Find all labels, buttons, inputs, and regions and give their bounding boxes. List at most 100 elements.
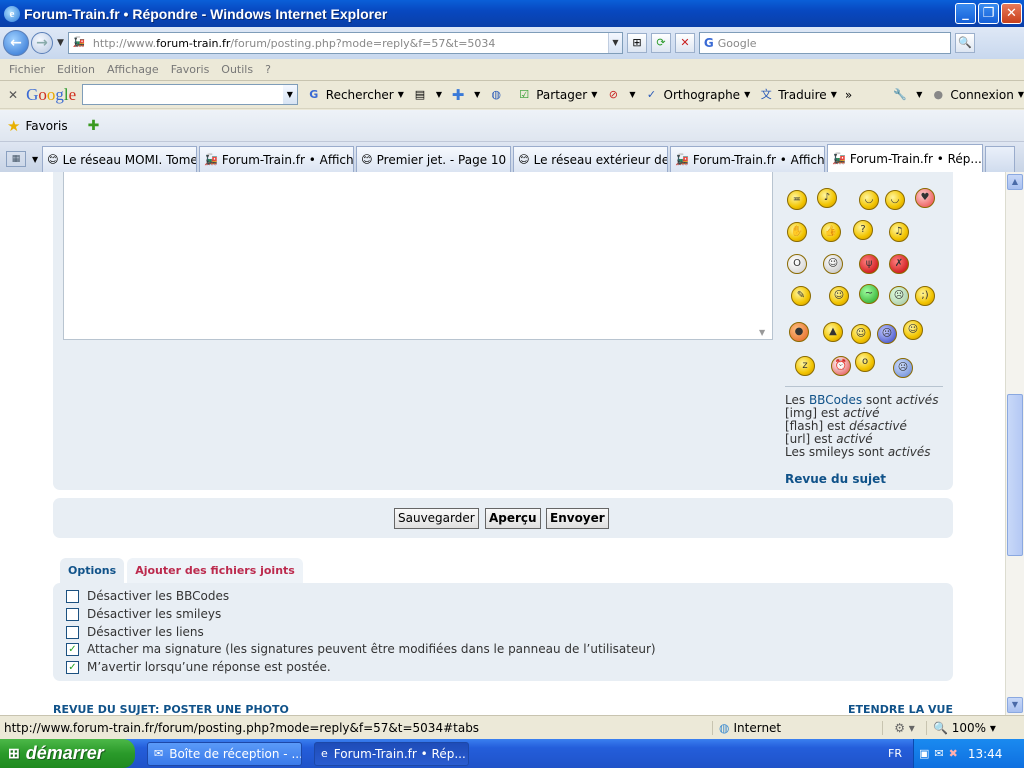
network-icon[interactable]: ▣ <box>919 747 929 760</box>
tab-options[interactable]: Options <box>60 558 125 584</box>
protected-mode-icon[interactable]: ⚙ ▾ <box>882 720 926 735</box>
add-button[interactable]: ✚ ▼ <box>450 87 480 103</box>
refresh-button[interactable]: ⟳ <box>650 33 671 53</box>
option-disable-links[interactable]: Désactiver les liens <box>66 625 204 639</box>
menu-item-edit[interactable]: Edition <box>57 63 95 76</box>
new-tab-button[interactable] <box>985 146 1016 172</box>
smiley-wink-icon[interactable]: ;) <box>915 286 935 306</box>
address-dropdown-icon[interactable]: ▼ <box>607 33 622 53</box>
tab-forum-afficher-2[interactable]: 🚂Forum-Train.fr • Affiche... <box>670 146 826 172</box>
menu-item-tools[interactable]: Outils <box>221 63 253 76</box>
smiley-angel-icon[interactable]: ◡ <box>885 190 905 210</box>
option-disable-smileys[interactable]: Désactiver les smileys <box>66 607 221 621</box>
smiley-sick-icon[interactable]: ~ <box>859 284 879 304</box>
checkbox[interactable] <box>66 589 79 603</box>
tab-attachments[interactable]: Ajouter des fichiers joints <box>127 558 303 584</box>
topic-review-link[interactable]: Revue du sujet <box>785 472 886 486</box>
tab-reseau-exterieur[interactable]: 😊Le réseau extérieur de S... <box>513 146 669 172</box>
smiley-surprised-icon[interactable]: o <box>855 352 875 372</box>
smiley-devil-icon[interactable]: ψ <box>859 254 879 274</box>
web-search-input[interactable]: G Google <box>698 32 951 54</box>
task-inbox[interactable]: ✉ Boîte de réception - ... <box>147 741 302 766</box>
submit-button[interactable]: Envoyer <box>546 508 609 529</box>
preview-button[interactable]: Aperçu <box>485 508 541 529</box>
expand-view-link[interactable]: ETENDRE LA VUE <box>848 703 953 715</box>
scroll-thumb[interactable] <box>1007 394 1023 556</box>
tab-forum-afficher-1[interactable]: 🚂Forum-Train.fr • Afficher... <box>199 146 355 172</box>
smiley-icon[interactable]: ● <box>789 322 809 342</box>
popup-blocker-button[interactable]: ⊘ ▼ <box>605 87 636 103</box>
maximize-button[interactable]: ❐ <box>978 3 999 24</box>
connect-button[interactable]: ● Connexion ▼ <box>930 87 1024 103</box>
menu-item-favorites[interactable]: Favoris <box>171 63 210 76</box>
smiley-alarm-icon[interactable]: ⏰ <box>831 356 851 376</box>
checkbox-checked[interactable]: ✓ <box>66 642 79 656</box>
share-button[interactable]: ☑ Partager ▼ <box>516 87 597 103</box>
smiley-party-icon[interactable]: ☺ <box>903 320 923 340</box>
page-scrollbar[interactable]: ▲ ▼ <box>1005 172 1024 715</box>
smiley-thinking-icon[interactable]: ? <box>853 220 873 240</box>
smiley-sleep-icon[interactable]: z <box>795 356 815 376</box>
forward-button[interactable]: → <box>31 32 53 54</box>
smiley-angry-icon[interactable]: ✗ <box>889 254 909 274</box>
scroll-up-icon[interactable]: ▲ <box>1007 174 1023 190</box>
toolbar-options-button[interactable]: ▤ ▼ <box>412 87 442 103</box>
mail-icon[interactable]: ✉ <box>934 747 943 760</box>
menu-item-help[interactable]: ? <box>265 63 271 76</box>
checkbox-checked[interactable]: ✓ <box>66 660 79 674</box>
smiley-icon[interactable]: ☹ <box>877 324 897 344</box>
menu-item-file[interactable]: Fichier <box>9 63 45 76</box>
bbcodes-link[interactable]: BBCodes <box>809 393 862 407</box>
favorites-star-icon[interactable]: ★ <box>7 117 20 135</box>
smiley-scream-icon[interactable]: O <box>787 254 807 274</box>
globe-button[interactable]: ◍ <box>488 87 508 103</box>
tab-momi[interactable]: 😊Le réseau MOMI. Tome II... <box>42 146 198 172</box>
smiley-icon[interactable]: ✋ <box>787 222 807 242</box>
smiley-icon[interactable]: ☹ <box>889 286 909 306</box>
smiley-icon[interactable]: ♪ <box>817 188 837 208</box>
favorites-button[interactable]: Favoris <box>25 119 67 133</box>
tab-list-chevron-icon[interactable]: ▼ <box>32 155 38 164</box>
smiley-angel-icon[interactable]: ◡ <box>859 190 879 210</box>
zoom-control[interactable]: 🔍 100% ▾ <box>926 720 1006 735</box>
back-button[interactable]: ← <box>3 30 29 56</box>
menu-item-view[interactable]: Affichage <box>107 63 159 76</box>
option-notify-reply[interactable]: ✓ M’avertir lorsqu’une réponse est postée… <box>66 660 331 674</box>
close-window-button[interactable]: ✕ <box>1001 3 1022 24</box>
tab-premier-jet[interactable]: 😊 Premier jet. - Page 10 <box>356 146 512 172</box>
smiley-icon[interactable]: ☺ <box>829 286 849 306</box>
topic-review-photo-link[interactable]: REVUE DU SUJET: POSTER UNE PHOTO <box>53 703 289 715</box>
tab-forum-repondre[interactable]: 🚂Forum-Train.fr • Rép...✕ <box>827 144 984 172</box>
smiley-grin-icon[interactable]: ☺ <box>851 324 871 344</box>
wrench-button[interactable]: 🔧 ▼ <box>892 87 922 103</box>
task-forum-train[interactable]: e Forum-Train.fr • Rép... <box>314 741 469 766</box>
option-attach-signature[interactable]: ✓ Attacher ma signature (les signatures p… <box>66 642 656 656</box>
checkbox[interactable] <box>66 607 79 621</box>
smiley-icon[interactable]: ♫ <box>889 222 909 242</box>
smiley-icon[interactable]: ✎ <box>791 286 811 306</box>
minimize-button[interactable]: _ <box>955 3 976 24</box>
smiley-thumbsup-icon[interactable]: 👍 <box>821 222 841 242</box>
spellcheck-button[interactable]: ✓ Orthographe ▼ <box>644 87 750 103</box>
compat-view-button[interactable]: ⊞ <box>626 33 647 53</box>
smiley-cry-icon[interactable]: ☹ <box>893 358 913 378</box>
history-dropdown-icon[interactable]: ▼ <box>57 38 64 48</box>
translate-button[interactable]: 文 Traduire ▼ <box>758 87 837 103</box>
google-search-input[interactable]: ▼ <box>82 84 298 105</box>
smiley-icon[interactable]: ☺ <box>823 254 843 274</box>
start-button[interactable]: ⊞ démarrer <box>0 739 135 768</box>
close-toolbar-icon[interactable]: ✕ <box>8 88 18 102</box>
security-alert-icon[interactable]: ✖ <box>949 747 958 760</box>
message-textarea[interactable]: ▼ <box>63 172 773 340</box>
smiley-graduate-icon[interactable]: ▲ <box>823 322 843 342</box>
search-go-button[interactable]: 🔍 <box>954 33 975 53</box>
language-indicator[interactable]: FR <box>888 739 902 768</box>
scroll-down-icon[interactable]: ▼ <box>759 328 765 337</box>
smiley-icon[interactable]: ≖ <box>787 190 807 210</box>
quick-tabs-grid-icon[interactable]: ▦ <box>6 151 26 167</box>
address-input[interactable]: 🚂 http://www.forum-train.fr/forum/postin… <box>67 32 623 54</box>
smiley-love-icon[interactable]: ♥ <box>915 188 935 208</box>
option-disable-bbcode[interactable]: Désactiver les BBCodes <box>66 589 229 603</box>
google-search-button[interactable]: G Rechercher ▼ <box>306 87 404 103</box>
scroll-down-icon[interactable]: ▼ <box>1007 697 1023 713</box>
